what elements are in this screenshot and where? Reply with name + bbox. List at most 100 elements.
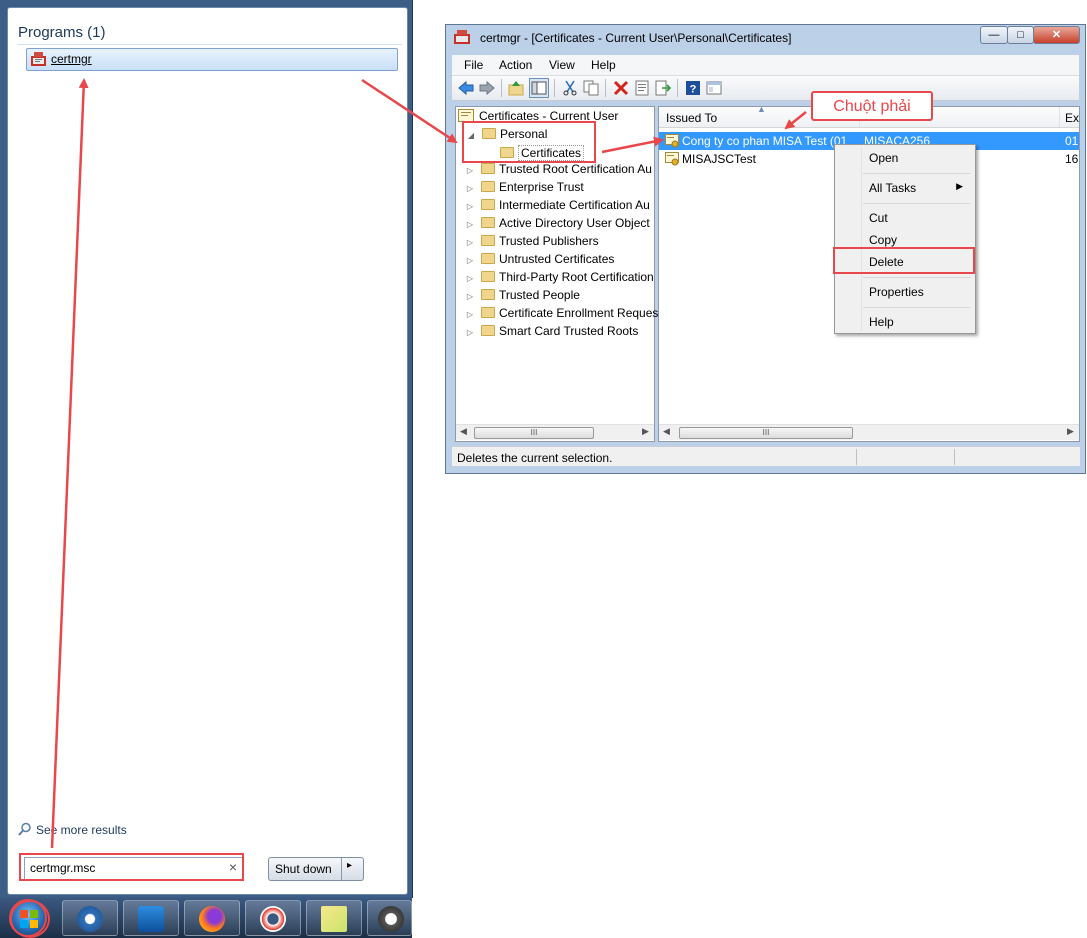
shut-down-button[interactable]: Shut down ▸ xyxy=(268,857,364,881)
context-separator xyxy=(863,173,971,174)
expand-icon[interactable]: ▷ xyxy=(465,184,475,193)
close-button[interactable]: ✕ xyxy=(1033,26,1080,44)
forward-icon[interactable] xyxy=(479,80,495,96)
context-item-properties[interactable]: Properties xyxy=(837,281,973,303)
start-menu-panel xyxy=(7,7,408,895)
taskbar-firefox[interactable] xyxy=(184,900,240,936)
taskbar xyxy=(0,898,412,938)
context-open-label[interactable]: Open xyxy=(869,151,898,165)
column-issued-to[interactable]: Issued To xyxy=(666,111,717,125)
help-icon[interactable]: ? xyxy=(685,80,701,96)
tree-item[interactable]: ▷ Enterprise Trust xyxy=(465,180,584,198)
menu-help[interactable]: Help xyxy=(591,58,616,72)
scroll-right-icon[interactable]: ▶ xyxy=(1067,426,1074,437)
search-result-label[interactable]: certmgr xyxy=(51,52,92,66)
tree-item-label[interactable]: Smart Card Trusted Roots xyxy=(499,324,638,338)
tree-item[interactable]: ▷ Intermediate Certification Au xyxy=(465,198,650,216)
tree-item[interactable]: ▷ Trusted People xyxy=(465,288,580,306)
scroll-thumb[interactable]: III xyxy=(679,427,853,439)
context-all-tasks-label[interactable]: All Tasks xyxy=(869,181,916,195)
menu-file[interactable]: File xyxy=(464,58,483,72)
tree-item-label[interactable]: Active Directory User Object xyxy=(499,216,650,230)
scroll-right-icon[interactable]: ▶ xyxy=(642,426,649,437)
scroll-thumb[interactable]: III xyxy=(474,427,594,439)
toolbar-separator xyxy=(554,79,555,97)
toolbar-separator xyxy=(605,79,606,97)
search-result-certmgr[interactable]: certmgr xyxy=(26,48,398,71)
certificate-icon xyxy=(665,152,679,166)
expand-icon[interactable]: ▷ xyxy=(465,310,475,319)
shut-down-options-arrow-icon[interactable]: ▸ xyxy=(347,860,352,871)
export-icon[interactable] xyxy=(655,80,671,96)
taskbar-lifebuoy[interactable] xyxy=(245,900,301,936)
scroll-left-icon[interactable]: ◀ xyxy=(663,426,670,437)
menu-action[interactable]: Action xyxy=(499,58,532,72)
expand-icon[interactable]: ▷ xyxy=(465,166,475,175)
taskbar-teamviewer[interactable] xyxy=(367,900,412,936)
maximize-button[interactable]: □ xyxy=(1007,26,1034,44)
context-item-cut[interactable]: Cut xyxy=(837,207,973,229)
back-icon[interactable] xyxy=(458,80,474,96)
lifebuoy-icon xyxy=(260,906,286,932)
shut-down-label: Shut down xyxy=(275,862,332,876)
up-folder-icon[interactable] xyxy=(508,80,524,96)
tree-item-label[interactable]: Intermediate Certification Au xyxy=(499,198,650,212)
scroll-left-icon[interactable]: ◀ xyxy=(460,426,467,437)
taskbar-sticky-notes[interactable] xyxy=(306,900,362,936)
context-cut-label[interactable]: Cut xyxy=(869,211,888,225)
context-item-help[interactable]: Help xyxy=(837,311,973,333)
tree-item[interactable]: ▷ Trusted Publishers xyxy=(465,234,599,252)
context-properties-label[interactable]: Properties xyxy=(869,285,924,299)
column-divider[interactable] xyxy=(1059,107,1060,127)
tree-item[interactable]: ▷ Active Directory User Object xyxy=(465,216,650,234)
tree-item-label[interactable]: Enterprise Trust xyxy=(499,180,584,194)
tree-item-label[interactable]: Trusted People xyxy=(499,288,580,302)
expand-icon[interactable]: ▷ xyxy=(465,220,475,229)
context-menu: Open All Tasks ▶ Cut Copy Delete Properti… xyxy=(834,144,976,334)
cell-issued-to: Cong ty co phan MISA Test (01 xyxy=(682,134,848,148)
copy-icon[interactable] xyxy=(583,80,599,96)
context-copy-label[interactable]: Copy xyxy=(869,233,897,247)
expand-icon[interactable]: ▷ xyxy=(465,292,475,301)
taskbar-remote-desktop[interactable] xyxy=(123,900,179,936)
status-text: Deletes the current selection. xyxy=(457,451,613,465)
folder-icon xyxy=(481,307,495,318)
taskbar-outlook[interactable] xyxy=(62,900,118,936)
tree-item-label[interactable]: Third-Party Root Certification xyxy=(499,270,654,284)
expand-icon[interactable]: ▷ xyxy=(465,256,475,265)
tree-item[interactable]: ▷ Smart Card Trusted Roots xyxy=(465,324,638,342)
folder-icon xyxy=(481,181,495,192)
tree-item[interactable]: ▷ Trusted Root Certification Au xyxy=(465,162,652,180)
folder-icon xyxy=(481,271,495,282)
tree-item-label[interactable]: Certificate Enrollment Reques xyxy=(499,306,658,320)
menu-view[interactable]: View xyxy=(549,58,575,72)
tree-item[interactable]: ▷ Third-Party Root Certification xyxy=(465,270,654,288)
tree-item[interactable]: ▷ Untrusted Certificates xyxy=(465,252,614,270)
tree-item[interactable]: ▷ Certificate Enrollment Reques xyxy=(465,306,658,324)
toolbar: ? xyxy=(452,75,1079,101)
status-divider xyxy=(856,449,857,465)
context-help-label[interactable]: Help xyxy=(869,315,894,329)
context-item-all-tasks[interactable]: All Tasks ▶ xyxy=(837,177,973,199)
column-expiration[interactable]: Ex xyxy=(1065,111,1079,125)
expand-icon[interactable]: ▷ xyxy=(465,202,475,211)
view-icon[interactable] xyxy=(706,80,722,96)
delete-icon[interactable] xyxy=(613,80,629,96)
tree-horizontal-scrollbar[interactable]: ◀ III ▶ xyxy=(456,424,654,440)
show-hide-tree-icon[interactable] xyxy=(529,78,549,98)
minimize-button[interactable]: — xyxy=(980,26,1008,44)
expand-icon[interactable]: ▷ xyxy=(465,328,475,337)
folder-icon xyxy=(481,289,495,300)
tree-item-label[interactable]: Trusted Root Certification Au xyxy=(499,162,652,176)
expand-icon[interactable]: ▷ xyxy=(465,238,475,247)
expand-icon[interactable]: ▷ xyxy=(465,274,475,283)
context-item-open[interactable]: Open xyxy=(837,147,973,169)
list-horizontal-scrollbar[interactable]: ◀ III ▶ xyxy=(659,424,1079,440)
cut-icon[interactable] xyxy=(562,80,578,96)
properties-icon[interactable] xyxy=(634,80,650,96)
see-more-results-label[interactable]: See more results xyxy=(36,823,127,837)
tree-item-label[interactable]: Untrusted Certificates xyxy=(499,252,614,266)
tree-items: ▷ Trusted Root Certification Au ▷ Enterpris… xyxy=(455,106,658,426)
sticky-notes-icon xyxy=(321,906,347,932)
tree-item-label[interactable]: Trusted Publishers xyxy=(499,234,599,248)
